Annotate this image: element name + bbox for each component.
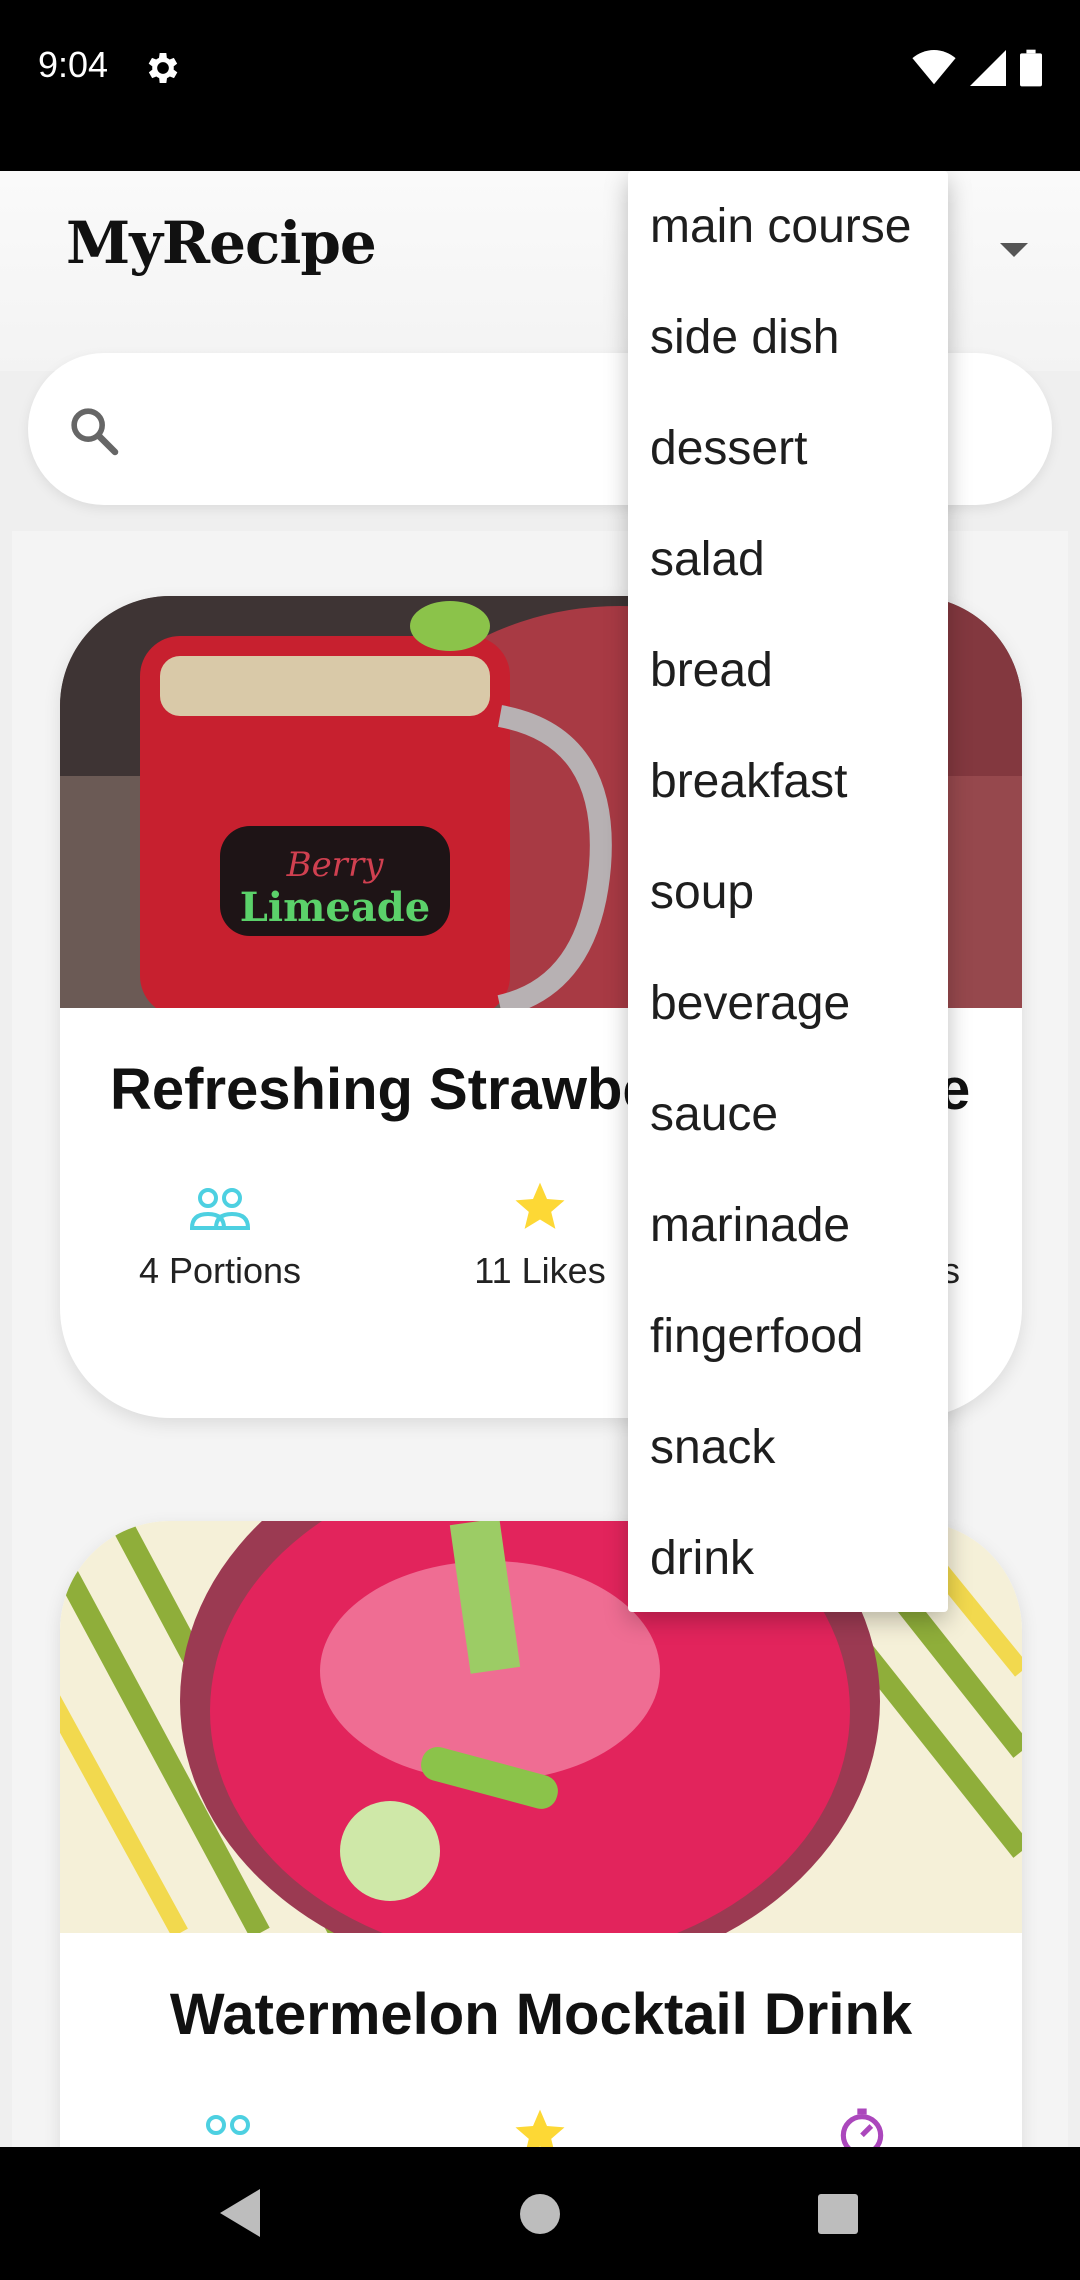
home-icon[interactable] (520, 2194, 560, 2234)
battery-icon (1020, 49, 1042, 87)
status-bar: 9:04 (0, 0, 1080, 171)
search-icon (71, 408, 119, 456)
star-icon (515, 1182, 565, 1229)
status-time: 9:04 (38, 44, 109, 85)
app-title: MyRecipe (66, 209, 377, 277)
limeade-label: Limeade (240, 884, 430, 931)
portions-stat: 4 Portions (60, 1186, 380, 1292)
portions-label: 4 Portions (138, 1250, 302, 1291)
recent-apps-icon[interactable] (818, 2194, 858, 2234)
menu-item-marinade[interactable]: marinade (628, 1170, 948, 1281)
back-icon[interactable] (220, 2189, 260, 2237)
navigation-bar (0, 2147, 1080, 2280)
menu-item-snack[interactable]: snack (628, 1392, 948, 1503)
menu-item-dessert[interactable]: dessert (628, 393, 948, 504)
menu-item-drink[interactable]: drink (628, 1503, 948, 1614)
status-icons (912, 48, 1042, 88)
berry-label: Berry (286, 845, 385, 885)
menu-item-fingerfood[interactable]: fingerfood (628, 1281, 948, 1392)
menu-item-sauce[interactable]: sauce (628, 1059, 948, 1170)
menu-item-beverage[interactable]: beverage (628, 948, 948, 1059)
gear-icon (148, 53, 178, 83)
recipe-card[interactable]: Watermelon Mocktail Drink (60, 1521, 1022, 2221)
menu-item-soup[interactable]: soup (628, 837, 948, 948)
menu-item-breakfast[interactable]: breakfast (628, 726, 948, 837)
arrow-drop-down-icon[interactable] (1000, 243, 1028, 257)
menu-item-main-course[interactable]: main course (628, 171, 948, 282)
category-dropdown-menu: main course side dish dessert salad brea… (628, 171, 948, 1612)
people-icon (189, 1188, 251, 1230)
menu-item-side-dish[interactable]: side dish (628, 282, 948, 393)
wifi-icon (912, 50, 956, 85)
menu-item-salad[interactable]: salad (628, 504, 948, 615)
recipe-title: Watermelon Mocktail Drink (169, 1982, 913, 2047)
menu-item-bread[interactable]: bread (628, 615, 948, 726)
signal-icon (970, 50, 1006, 86)
recipe-title-text: Refreshing Strawbe (110, 1057, 655, 1122)
